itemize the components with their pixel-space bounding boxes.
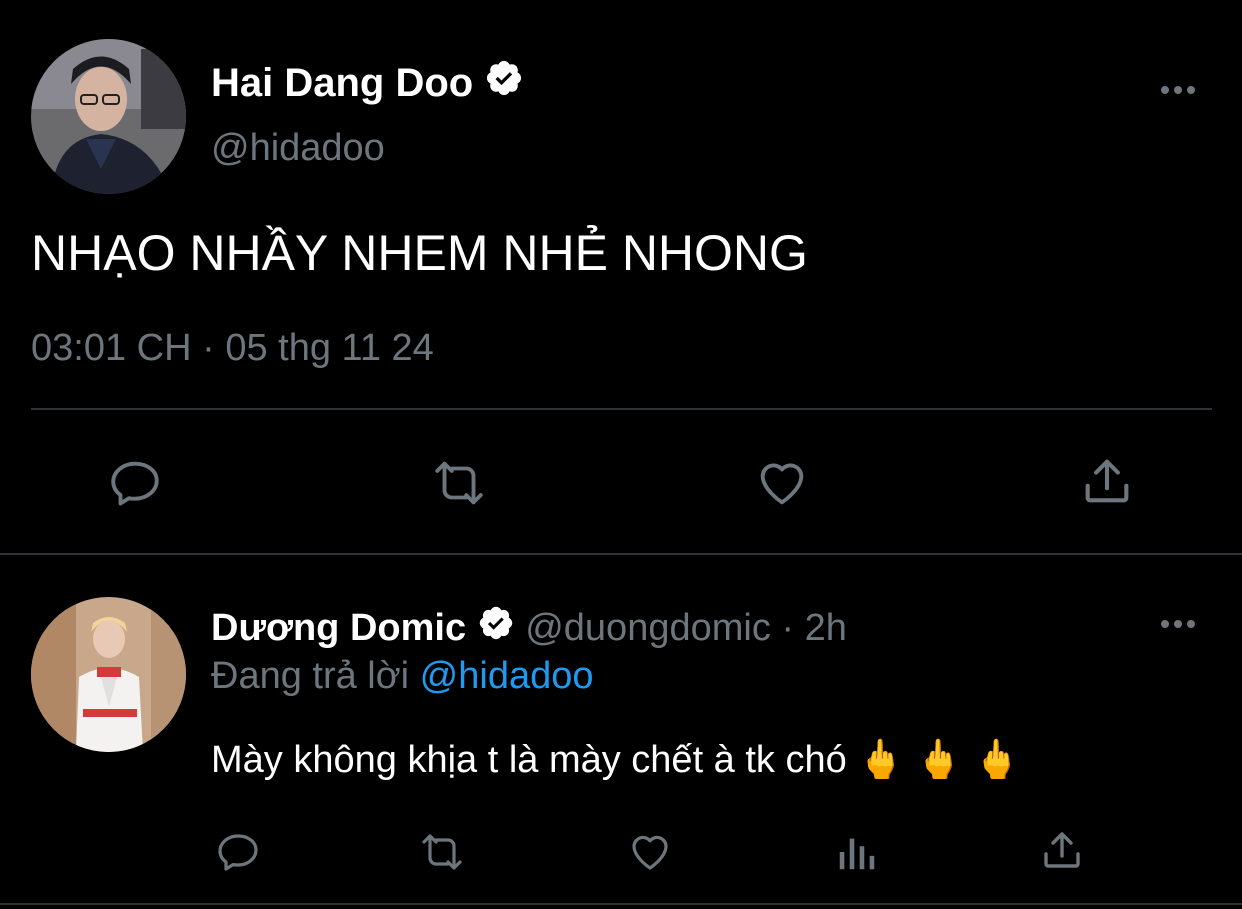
replying-to-mention[interactable]: @hidadoo [420, 655, 594, 697]
header-separator: · [781, 607, 795, 649]
tweet-text: NHẠO NHẦY NHEM NHẺ NHONG [31, 225, 808, 281]
like-icon[interactable] [625, 828, 675, 876]
verified-badge-icon [477, 606, 515, 652]
tweet-age[interactable]: 2h [805, 607, 847, 649]
like-icon[interactable] [752, 454, 812, 512]
tweet-date: 05 thg 11 24 [225, 327, 434, 369]
reply-icon[interactable] [106, 454, 164, 512]
reply-header: Dương Domic @duongdomic · 2h [211, 606, 847, 652]
tweet-text: Mày không khịa t là mày chết à tk chó 🖕 … [211, 739, 1021, 781]
avatar[interactable] [31, 597, 186, 752]
share-icon[interactable] [1078, 452, 1136, 510]
analytics-icon[interactable] [834, 828, 880, 876]
verified-badge-icon [484, 61, 524, 108]
retweet-icon[interactable] [414, 828, 470, 876]
author-name-row: Hai Dang Doo [211, 60, 524, 108]
replying-prefix: Đang trả lời [211, 655, 410, 697]
retweet-icon[interactable] [426, 454, 492, 512]
bottom-divider [0, 903, 1242, 905]
replying-to-line: Đang trả lời @hidadoo [211, 654, 594, 698]
author-handle[interactable]: @duongdomic [525, 607, 771, 649]
reply-icon[interactable] [214, 828, 262, 876]
section-divider [0, 553, 1242, 555]
divider [31, 408, 1212, 410]
tweet-time: 03:01 CH [31, 327, 192, 369]
share-icon[interactable] [1038, 826, 1086, 874]
author-handle[interactable]: @hidadoo [211, 126, 385, 170]
timestamp-separator: · [202, 327, 215, 369]
avatar[interactable] [31, 39, 186, 194]
more-options-icon[interactable] [1158, 80, 1198, 100]
more-options-icon[interactable] [1158, 614, 1198, 634]
tweet-timestamp[interactable]: 03:01 CH · 05 thg 11 24 [31, 326, 434, 370]
author-name[interactable]: Hai Dang Doo [211, 61, 473, 105]
author-name[interactable]: Dương Domic [211, 607, 466, 649]
